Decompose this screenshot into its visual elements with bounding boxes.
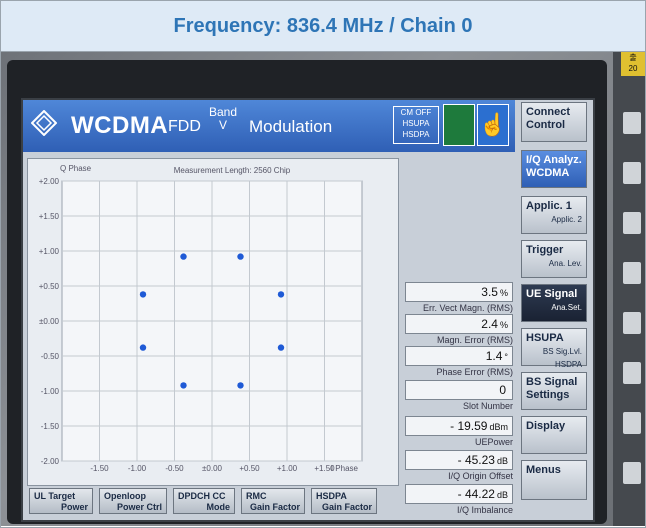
constellation-svg: +2.00 +1.50 +1.00 +0.50 ±0.00 -0.50 -1.00 -1.50… bbox=[39, 164, 363, 473]
constellation-point bbox=[277, 291, 285, 298]
y-tick-label: +1.50 bbox=[39, 212, 60, 221]
cm-line: HSDPA bbox=[402, 130, 430, 139]
y-tick-label: ±0.00 bbox=[39, 317, 60, 326]
y-tick-label: -1.50 bbox=[41, 422, 60, 431]
hardware-key[interactable] bbox=[623, 462, 641, 484]
y-axis-label: Q Phase bbox=[60, 164, 92, 173]
instrument-photo: WCDMA FDD Band V Modulation CM OFF HSUPA… bbox=[1, 52, 645, 526]
band-value: V bbox=[219, 118, 228, 132]
cm-line: CM OFF bbox=[400, 108, 432, 117]
constellation-point bbox=[277, 344, 285, 351]
constellation-plot: +2.00 +1.50 +1.00 +0.50 ±0.00 -0.50 -1.00 -1.50… bbox=[27, 158, 399, 486]
cm-line: HSUPA bbox=[402, 119, 430, 128]
dpdch-cc-mode-button[interactable]: DPDCH CC Mode bbox=[173, 488, 235, 514]
cm-status-box: CM OFF HSUPA HSDPA bbox=[393, 106, 439, 144]
screen-header: WCDMA FDD Band V Modulation CM OFF HSUPA… bbox=[23, 100, 515, 152]
y-tick-label: -1.00 bbox=[41, 387, 60, 396]
hardware-key[interactable] bbox=[623, 362, 641, 384]
hardware-key[interactable] bbox=[623, 312, 641, 334]
hsupa-button[interactable]: HSUPA BS Sig.Lvl. HSDPA bbox=[521, 328, 587, 369]
hsdpa-gain-factor-button[interactable]: HSDPA Gain Factor bbox=[311, 488, 377, 514]
y-tick-label: +2.00 bbox=[39, 177, 60, 186]
readout-ue-power: - 19.59 dBm UEPower bbox=[405, 416, 513, 447]
connect-control-button[interactable]: Connect Control bbox=[521, 102, 587, 142]
bottom-softkey-bar: UL Target Power Openloop Power Ctrl DPDCH … bbox=[27, 488, 517, 516]
band-label: Band bbox=[209, 105, 238, 119]
frequency-caption: Frequency: 836.4 MHz / Chain 0 bbox=[1, 1, 645, 52]
constellation-point bbox=[139, 344, 147, 351]
applic-button[interactable]: Applic. 1 Applic. 2 bbox=[521, 196, 587, 234]
brand-title: WCDMA bbox=[71, 112, 169, 139]
x-tick-label: +1.00 bbox=[277, 464, 298, 473]
bs-signal-settings-button[interactable]: BS Signal Settings bbox=[521, 372, 587, 410]
hardware-key[interactable] bbox=[623, 112, 641, 134]
measurement-title: Modulation bbox=[249, 117, 333, 136]
constellation-point bbox=[237, 253, 244, 260]
constellation-point bbox=[180, 382, 187, 389]
fdd-label: FDD bbox=[168, 118, 201, 135]
display-button[interactable]: Display bbox=[521, 416, 587, 454]
hardware-key[interactable] bbox=[623, 162, 641, 184]
ul-target-power-button[interactable]: UL Target Power bbox=[29, 488, 93, 514]
rs-logo-icon bbox=[31, 110, 57, 136]
readout-iq-origin-offset: - 45.23 dB I/Q Origin Offset bbox=[405, 450, 513, 481]
hardware-key[interactable] bbox=[623, 262, 641, 284]
menus-button[interactable]: Menus bbox=[521, 460, 587, 500]
readout-slot-number: 0 Slot Number bbox=[405, 380, 513, 411]
chart-title: Measurement Length: 2560 Chip bbox=[174, 166, 291, 175]
trigger-button[interactable]: Trigger Ana. Lev. bbox=[521, 240, 587, 278]
hs-status-icon bbox=[443, 104, 475, 146]
hand-pointer-icon[interactable]: ☝ bbox=[477, 104, 509, 146]
calibration-sticker: 출 20 bbox=[621, 52, 645, 76]
x-tick-label: -0.50 bbox=[165, 464, 184, 473]
constellation-point bbox=[180, 253, 187, 260]
x-tick-label: +0.50 bbox=[239, 464, 260, 473]
instrument-screen: WCDMA FDD Band V Modulation CM OFF HSUPA… bbox=[21, 98, 595, 522]
x-tick-label: ±0.00 bbox=[202, 464, 223, 473]
band-indicator: Band V bbox=[209, 106, 237, 132]
y-tick-label: +0.50 bbox=[39, 282, 60, 291]
x-tick-label: -1.00 bbox=[128, 464, 147, 473]
constellation-point bbox=[139, 291, 147, 298]
readout-phase-error: 1.4 ° Phase Error (RMS) bbox=[405, 346, 513, 377]
constellation-point bbox=[237, 382, 244, 389]
hardware-key[interactable] bbox=[623, 412, 641, 434]
ue-signal-button[interactable]: UE Signal Ana.Set. bbox=[521, 284, 587, 322]
rmc-gain-factor-button[interactable]: RMC Gain Factor bbox=[241, 488, 305, 514]
hardware-key[interactable] bbox=[623, 212, 641, 234]
y-tick-label: -0.50 bbox=[41, 352, 60, 361]
iq-analyzer-button[interactable]: I/Q Analyz. WCDMA bbox=[521, 150, 587, 188]
readout-magn-error: 2.4% Magn. Error (RMS) bbox=[405, 314, 513, 345]
x-axis-label: I Phase bbox=[331, 464, 359, 473]
openloop-power-ctrl-button[interactable]: Openloop Power Ctrl bbox=[99, 488, 167, 514]
x-tick-label: -1.50 bbox=[90, 464, 109, 473]
y-tick-label: +1.00 bbox=[39, 247, 60, 256]
y-tick-label: -2.00 bbox=[41, 457, 60, 466]
readout-evm: 3.5% Err. Vect Magn. (RMS) bbox=[405, 282, 513, 313]
